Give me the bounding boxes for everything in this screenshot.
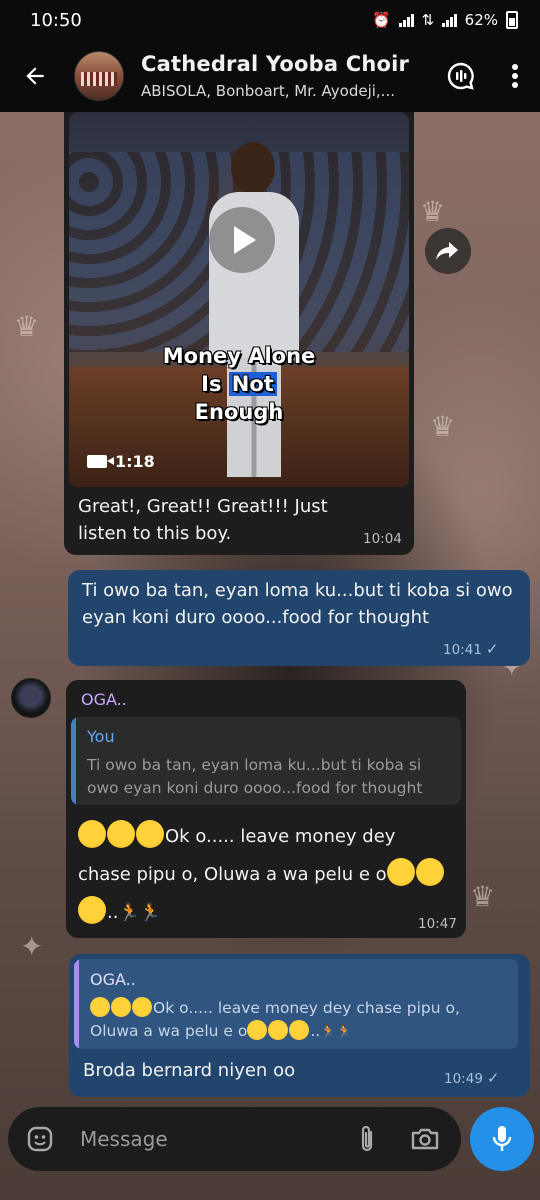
chat-members: ABISOLA, Bonboart, Mr. Ayodeji,... (141, 82, 395, 100)
message-text-line3: .. (107, 902, 119, 923)
smirk-emoji-icon (107, 820, 135, 848)
message-text: Broda bernard niyen oo (83, 1060, 296, 1081)
status-time: 10:50 (30, 9, 82, 31)
video-boy (209, 142, 299, 482)
smirk-emoji-icon (132, 997, 152, 1017)
voice-chat-button[interactable] (432, 40, 490, 112)
message-input[interactable]: Message (80, 1127, 343, 1151)
sent-check-icon: ✓ (485, 640, 499, 658)
smirk-emoji-icon (111, 997, 131, 1017)
quoted-message[interactable]: You Ti owo ba tan, eyan loma ku...but ti… (71, 717, 461, 805)
message-caption: Great!, Great!! Great!!! Just listen to … (78, 496, 328, 544)
voice-chat-icon (447, 62, 474, 90)
quote-text-tail: .. (310, 1022, 321, 1040)
message-time: 10:04 (363, 531, 402, 547)
quoted-message[interactable]: OGA.. Ok o..... leave money dey chase pi… (74, 959, 518, 1049)
chat-title-block[interactable]: Cathedral Yooba Choir ABISOLA, Bonboart,… (141, 52, 432, 100)
message-time: 10:41 (443, 642, 482, 658)
video-duration-text: 1:18 (115, 452, 155, 471)
crown-decoration: ♛ (470, 880, 496, 913)
back-button[interactable] (0, 40, 70, 112)
message-time: 10:49 (444, 1071, 483, 1087)
status-bar: 10:50 ⏰ ⇅ 62% (0, 0, 540, 40)
grin-emoji-icon (415, 858, 444, 886)
message-video-bubble[interactable]: Money Alone Is Not Enough 1:18 Great!, G… (64, 112, 414, 555)
group-avatar[interactable] (74, 51, 124, 101)
message-sender-name[interactable]: OGA.. (81, 690, 127, 709)
grin-emoji-icon (78, 896, 106, 924)
smirk-emoji-icon (78, 820, 106, 848)
chat-title: Cathedral Yooba Choir (141, 52, 410, 76)
sender-avatar[interactable] (11, 678, 51, 718)
video-overlay-line1: Money Alone (162, 344, 316, 368)
emoji-icon (27, 1126, 53, 1152)
forward-button[interactable] (425, 228, 471, 274)
crown-decoration: ♛ (14, 310, 40, 343)
quote-author: You (87, 727, 115, 746)
message-outgoing-reply-bubble[interactable]: OGA.. Ok o..... leave money dey chase pi… (69, 954, 530, 1097)
message-text-line2: chase pipu o, Oluwa a wa pelu e o (78, 864, 387, 885)
message-reply-bubble[interactable]: OGA.. You Ti owo ba tan, eyan loma ku...… (66, 680, 466, 938)
video-overlay-highlight: Not (228, 372, 277, 396)
video-overlay-word: Is (201, 372, 222, 396)
quote-text: Ok o..... leave money dey chase pipu o, … (90, 997, 510, 1044)
runner-emoji-icon: 🏃 (118, 903, 140, 923)
voice-message-button[interactable] (470, 1107, 534, 1171)
video-duration: 1:18 (87, 452, 155, 471)
quote-bar (74, 959, 79, 1049)
video-camera-icon (87, 455, 114, 468)
emoji-button[interactable] (16, 1107, 64, 1171)
battery-percent: 62% (464, 11, 498, 29)
sparkle-decoration: ✦ (20, 930, 44, 963)
smirk-emoji-icon (136, 820, 164, 848)
message-status: 10:41 ✓ (443, 640, 498, 658)
chat-header: Cathedral Yooba Choir ABISOLA, Bonboart,… (0, 40, 540, 112)
arrow-left-icon (26, 67, 44, 85)
runner-emoji-icon: 🏃 (320, 1025, 337, 1040)
camera-button[interactable] (401, 1107, 449, 1171)
message-time: 10:47 (418, 916, 457, 932)
tongue-emoji-icon (386, 858, 415, 886)
tongue-emoji-icon (247, 1020, 268, 1040)
status-icons: ⏰ ⇅ 62% (372, 11, 518, 29)
forward-icon (436, 242, 458, 260)
paperclip-icon (361, 1125, 373, 1152)
camera-icon (411, 1128, 439, 1150)
data-transfer-icon: ⇅ (421, 11, 435, 29)
battery-icon (506, 11, 518, 29)
runner-emoji-icon: 🏃 (336, 1025, 353, 1040)
alarm-icon: ⏰ (372, 11, 392, 29)
message-text-line1: Ok o..... leave money dey (165, 826, 396, 847)
message-text: Ti owo ba tan, eyan loma ku...but ti kob… (82, 580, 513, 628)
video-overlay-line2: Is Not (69, 372, 409, 396)
attach-button[interactable] (343, 1107, 391, 1171)
crown-decoration: ♛ (430, 410, 456, 443)
grin-emoji-icon (289, 1020, 310, 1040)
video-thumbnail[interactable]: Money Alone Is Not Enough 1:18 (69, 112, 409, 487)
smirk-emoji-icon (90, 997, 110, 1017)
quote-author: OGA.. (90, 970, 136, 989)
play-button[interactable] (209, 207, 275, 273)
signal-icon (399, 13, 414, 27)
grin-emoji-icon (268, 1020, 289, 1040)
runner-emoji-icon: 🏃 (139, 903, 161, 923)
more-vertical-icon (512, 64, 518, 88)
message-composer: Message (8, 1107, 461, 1171)
message-body: Ok o..... leave money dey chase pipu o, … (78, 818, 458, 932)
quote-text-line1: Ok o..... leave money dey chase pipu o, (153, 999, 460, 1017)
more-options-button[interactable] (490, 40, 540, 112)
quote-text-line2: Oluwa a wa pelu e o (90, 1022, 248, 1040)
signal-icon (442, 13, 457, 27)
quote-bar (71, 717, 76, 805)
message-outgoing-bubble[interactable]: Ti owo ba tan, eyan loma ku...but ti kob… (68, 570, 530, 666)
quote-text: Ti owo ba tan, eyan loma ku...but ti kob… (87, 756, 423, 797)
crown-decoration: ♛ (420, 195, 446, 228)
message-status: 10:49 ✓ (444, 1069, 499, 1087)
microphone-icon (492, 1126, 512, 1151)
video-overlay-line3: Enough (194, 400, 284, 424)
sent-check-icon: ✓ (486, 1069, 500, 1087)
